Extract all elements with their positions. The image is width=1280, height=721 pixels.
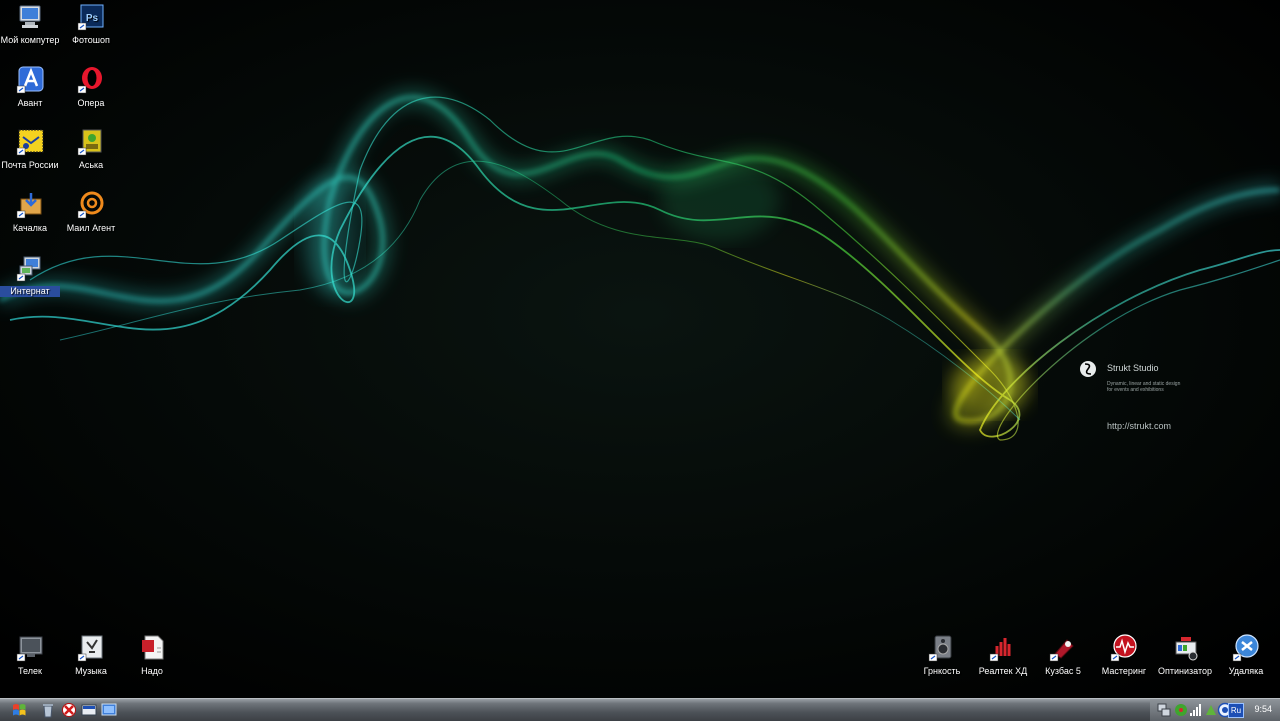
brand-tagline: Dynamic, linear and static design for ev… — [1107, 381, 1180, 393]
desktop-icon-optimizer[interactable]: Оптинизатор — [1155, 634, 1215, 677]
brand-tagline-line-2: for events and exhibitions — [1107, 387, 1164, 393]
desktop-icon-opera[interactable]: Опера — [61, 66, 121, 109]
desktop-icon-label: Грнкость — [923, 666, 961, 676]
mail-russia-icon — [16, 129, 44, 156]
language-indicator[interactable]: Ru — [1228, 703, 1244, 718]
taskbar-clock[interactable]: 9:54 — [1254, 704, 1272, 714]
desktop-icon-label: Фотошоп — [72, 35, 110, 45]
desktop-icon-document[interactable]: Надо — [122, 634, 182, 677]
desktop-icon-label: Мой компутер — [0, 35, 60, 45]
start-button[interactable] — [11, 702, 27, 718]
desktop-icon-label: Кузбас 5 — [1045, 666, 1081, 676]
internet-connection-icon — [16, 256, 41, 282]
brand-name: Strukt Studio — [1107, 363, 1159, 373]
icq-icon — [77, 129, 102, 156]
mail-agent-icon — [77, 191, 104, 219]
brand-url: http://strukt.com — [1107, 421, 1172, 431]
speaker-icon — [928, 635, 952, 662]
icq-tray-icon[interactable] — [1173, 702, 1189, 718]
mastering-icon — [1110, 634, 1137, 662]
desktop-icon-label: Маил Агент — [66, 223, 116, 233]
desktop-icon-label: Аська — [78, 160, 104, 170]
antivirus-icon[interactable] — [61, 702, 77, 718]
desktop-icon-cubase[interactable]: Кузбас 5 — [1033, 634, 1093, 677]
my-computer-icon — [19, 5, 41, 28]
desktop-icon-realtek-hd[interactable]: Реалтек ХД — [973, 634, 1033, 677]
desktop-icon-label: Мастеринг — [1101, 666, 1147, 676]
network-icon[interactable] — [1156, 702, 1172, 718]
realtek-hd-icon — [989, 638, 1011, 662]
desktop-icon-music[interactable]: Музыка — [61, 634, 121, 677]
uninstaller-icon — [1232, 634, 1259, 662]
opera-icon — [77, 67, 102, 94]
photoshop-badge: Ps — [86, 13, 99, 24]
show-desktop-icon[interactable] — [81, 702, 97, 718]
recycle-bin-icon[interactable] — [40, 702, 56, 718]
music-icon — [77, 635, 103, 662]
download-manager-icon — [16, 193, 42, 219]
cubase-icon — [1049, 639, 1074, 662]
desktop-icon-icq[interactable]: Аська — [61, 128, 121, 171]
avant-browser-icon — [16, 66, 44, 94]
desktop-icon-avant[interactable]: Авант — [0, 66, 60, 109]
desktop-icon-label: Интернат — [0, 286, 60, 297]
desktop-icon-my-computer[interactable]: Мой компутер — [0, 3, 60, 46]
desktop-icon-mastering[interactable]: Мастеринг — [1094, 634, 1154, 677]
system-tray: Ru 9:54 — [1150, 699, 1280, 721]
document-icon — [142, 635, 164, 660]
desktop-icon-label: Почта России — [1, 160, 59, 170]
desktop-icon-label: Удаляка — [1228, 666, 1264, 676]
desktop-icon-speaker[interactable]: Грнкость — [912, 634, 972, 677]
desktop-icon-internet[interactable]: Интернат — [0, 254, 60, 297]
desktop-icon-uninstaller[interactable]: Удаляка — [1216, 634, 1276, 677]
desktop-icon-photoshop[interactable]: Ps Фотошоп — [61, 3, 121, 46]
desktop-icon-label: Телек — [18, 666, 42, 676]
taskbar: Ru 9:54 — [0, 698, 1280, 721]
desktop-icon-label: Качалка — [12, 223, 48, 233]
desktop-icon-label: Оптинизатор — [1158, 666, 1212, 676]
desktop-icon-mail-agent[interactable]: Маил Агент — [61, 191, 121, 234]
desktop-icon-label: Опера — [77, 98, 105, 108]
signal-strength-icon[interactable] — [1188, 702, 1204, 718]
desktop-icon-label: Авант — [17, 98, 43, 108]
desktop-icon-mail-russia[interactable]: Почта России — [0, 128, 60, 171]
optimizer-icon — [1175, 637, 1198, 661]
desktop-icon-label: Музыка — [75, 666, 107, 676]
desktop-icon-download-manager[interactable]: Качалка — [0, 191, 60, 234]
desktop-icon-label: Реалтек ХД — [978, 666, 1028, 676]
photoshop-icon: Ps — [77, 4, 104, 31]
desktop-wallpaper — [0, 0, 1280, 698]
desktop-icon-label: Надо — [141, 666, 163, 676]
tv-icon — [16, 636, 43, 662]
desktop-icon-tv[interactable]: Телек — [0, 634, 60, 677]
switch-windows-icon[interactable] — [101, 702, 117, 718]
